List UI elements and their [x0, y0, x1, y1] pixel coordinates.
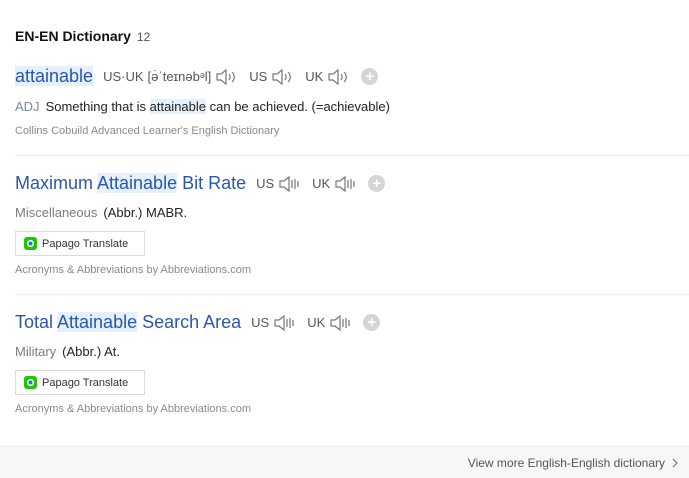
entry-2-headword[interactable]: Maximum Attainable Bit Rate — [15, 173, 246, 194]
divider — [15, 294, 689, 295]
view-more-label: View more English-English dictionary — [467, 456, 665, 470]
speaker-icon[interactable] — [327, 68, 349, 86]
section-title: EN-EN Dictionary — [15, 28, 131, 44]
entry-3-pronunciation: US UK + — [251, 314, 381, 332]
entry-3-source[interactable]: Acronyms & Abbreviations by Abbreviation… — [15, 403, 251, 415]
pron-label-us: US — [251, 315, 270, 330]
papago-icon — [24, 237, 37, 250]
papago-label: Papago Translate — [42, 237, 129, 250]
entry-3-headrow: Total Attainable Search Area US UK + — [15, 312, 381, 333]
pron-label-usuk: US·UK — [103, 69, 144, 84]
add-wordbook-icon[interactable]: + — [363, 314, 381, 331]
entry-1-definition-row: ADJ Something that is attainable can be … — [15, 99, 390, 114]
entry-2-definition-row: Miscellaneous (Abbr.) MABR. — [15, 205, 187, 220]
add-wordbook-icon[interactable]: + — [368, 175, 386, 192]
speaker-icon[interactable] — [271, 68, 293, 86]
entry-2-pronunciation: US UK + — [256, 175, 386, 193]
divider — [15, 155, 689, 156]
entry-1-pronunciation: US·UK [ə̇ˈteɪnəbᵊl] US UK + — [103, 68, 379, 86]
ipa-text: [ə̇ˈteɪnəbᵊl] — [147, 69, 212, 84]
entry-2-headrow: Maximum Attainable Bit Rate US UK + — [15, 173, 386, 194]
speaker-icon[interactable] — [273, 314, 295, 332]
pron-label-us: US — [256, 176, 275, 191]
category-label: Miscellaneous — [15, 205, 98, 220]
definition: Something that is attainable can be achi… — [45, 99, 390, 114]
definition: (Abbr.) At. — [62, 344, 120, 359]
result-count: 12 — [136, 30, 151, 44]
entry-1-headrow: attainable US·UK [ə̇ˈteɪnəbᵊl] US UK + — [15, 66, 379, 87]
speaker-icon[interactable] — [334, 175, 356, 193]
entry-3-headword[interactable]: Total Attainable Search Area — [15, 312, 241, 333]
view-more-link[interactable]: View more English-English dictionary — [468, 456, 679, 470]
pron-label-uk: UK — [312, 176, 331, 191]
add-wordbook-icon[interactable]: + — [361, 68, 379, 85]
papago-label: Papago Translate — [42, 376, 129, 389]
chevron-right-icon — [672, 458, 678, 468]
papago-icon — [24, 376, 37, 389]
speaker-icon[interactable] — [278, 175, 300, 193]
pron-label-us: US — [249, 69, 268, 84]
entry-1-headword[interactable]: attainable — [15, 66, 94, 87]
entry-1-source[interactable]: Collins Cobuild Advanced Learner's Engli… — [15, 125, 279, 137]
speaker-icon[interactable] — [329, 314, 351, 332]
papago-translate-button[interactable]: Papago Translate — [15, 370, 145, 395]
papago-translate-button[interactable]: Papago Translate — [15, 231, 145, 256]
pron-label-uk: UK — [305, 69, 324, 84]
definition: (Abbr.) MABR. — [103, 205, 188, 220]
part-of-speech: ADJ — [15, 99, 40, 114]
entry-2-source[interactable]: Acronyms & Abbreviations by Abbreviation… — [15, 264, 251, 276]
speaker-icon[interactable] — [215, 68, 237, 86]
footer-bar: View more English-English dictionary — [0, 446, 689, 478]
dictionary-header: EN-EN Dictionary 12 — [15, 28, 150, 44]
category-label: Military — [15, 344, 57, 359]
pron-label-uk: UK — [307, 315, 326, 330]
entry-3-definition-row: Military (Abbr.) At. — [15, 344, 120, 359]
